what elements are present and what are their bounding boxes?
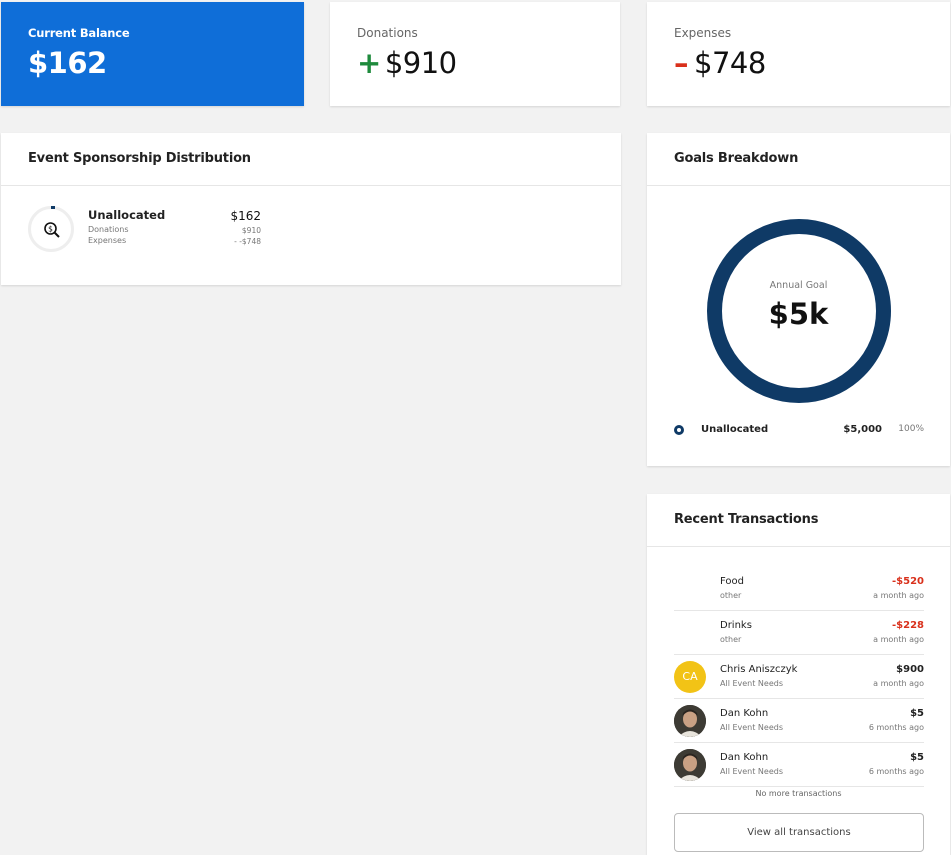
sponsorship-title: Event Sponsorship Distribution (28, 151, 251, 166)
allocation-expenses-amount: - -$748 (234, 237, 261, 246)
transaction-name: Dan Kohn (720, 708, 769, 719)
transactions-card: Recent Transactions Food other -$520 a m… (647, 494, 950, 855)
person-photo-icon (674, 705, 706, 737)
donations-card: Donations + $910 (330, 2, 620, 106)
sponsorship-header: Event Sponsorship Distribution (1, 133, 621, 186)
donations-value: $910 (384, 46, 457, 80)
transaction-time: a month ago (873, 591, 924, 600)
transaction-time: 6 months ago (868, 723, 924, 732)
transaction-amount: -$520 (892, 576, 924, 587)
search-dollar-icon: $ (44, 222, 60, 238)
transaction-row[interactable]: Dan Kohn All Event Needs $5 6 months ago (674, 743, 924, 787)
allocation-donations-label: Donations (88, 225, 129, 234)
plus-sign: + (357, 46, 381, 80)
transaction-row[interactable]: Food other -$520 a month ago (674, 567, 924, 611)
person-photo-icon (674, 749, 706, 781)
transaction-amount: -$228 (892, 620, 924, 631)
no-more-transactions-text: No more transactions (755, 789, 842, 798)
allocation-name: Unallocated (88, 208, 166, 222)
transaction-row[interactable]: CA Chris Aniszczyk All Event Needs $900 … (674, 655, 924, 699)
goals-title: Goals Breakdown (674, 151, 799, 166)
legend-percent: 100% (898, 424, 924, 434)
transaction-time: a month ago (873, 635, 924, 644)
transaction-category: All Event Needs (720, 679, 783, 688)
transaction-amount: $5 (910, 708, 924, 719)
transactions-header: Recent Transactions (647, 494, 950, 547)
avatar (674, 749, 706, 781)
goal-caption: Annual Goal (769, 280, 828, 291)
allocation-progress-tick (51, 206, 55, 209)
sponsorship-card: Event Sponsorship Distribution $ Unalloc… (1, 133, 621, 285)
view-all-transactions-button[interactable]: View all transactions (674, 813, 924, 852)
transaction-category: All Event Needs (720, 723, 783, 732)
allocation-expenses-label: Expenses (88, 236, 127, 245)
transaction-category: other (720, 635, 742, 644)
allocation-amount: $162 (230, 209, 261, 223)
donations-label: Donations (357, 26, 418, 40)
goals-header: Goals Breakdown (647, 133, 950, 186)
transaction-name: Food (720, 576, 744, 587)
svg-text:$: $ (48, 224, 53, 233)
transaction-amount: $900 (896, 664, 924, 675)
avatar (674, 705, 706, 737)
transaction-amount: $5 (910, 752, 924, 763)
legend-dot-icon (674, 425, 684, 435)
donations-value-row: + $910 (357, 46, 457, 80)
transaction-row[interactable]: Dan Kohn All Event Needs $5 6 months ago (674, 699, 924, 743)
transaction-row[interactable]: Drinks other -$228 a month ago (674, 611, 924, 655)
allocation-progress-ring: $ (28, 206, 74, 252)
current-balance-card: Current Balance $162 (1, 2, 304, 106)
transaction-name: Chris Aniszczyk (720, 664, 798, 675)
expenses-value: $748 (694, 46, 766, 80)
transaction-name: Drinks (720, 620, 752, 631)
avatar: CA (674, 661, 706, 693)
current-balance-label: Current Balance (28, 26, 130, 40)
transaction-time: 6 months ago (868, 767, 924, 776)
goals-card: Goals Breakdown Annual Goal $5k Unalloca… (647, 133, 950, 466)
transaction-category: other (720, 591, 742, 600)
expenses-card: Expenses – $748 (647, 2, 950, 106)
transaction-time: a month ago (873, 679, 924, 688)
transactions-title: Recent Transactions (674, 512, 819, 527)
current-balance-value: $162 (28, 46, 107, 80)
minus-sign: – (674, 46, 689, 80)
expenses-label: Expenses (674, 26, 732, 40)
transaction-category: All Event Needs (720, 767, 783, 776)
legend-name: Unallocated (701, 424, 769, 435)
legend-amount: $5,000 (843, 424, 882, 435)
goal-value: $5k (768, 297, 829, 331)
allocation-donations-amount: $910 (241, 226, 261, 235)
expenses-value-row: – $748 (674, 46, 766, 80)
transaction-name: Dan Kohn (720, 752, 769, 763)
